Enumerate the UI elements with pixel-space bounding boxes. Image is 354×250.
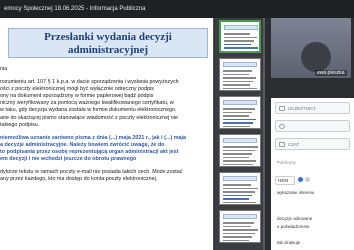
thumbnail-text-line xyxy=(223,118,256,120)
slide-thumbnail[interactable] xyxy=(219,172,261,205)
thumbnail-text-line xyxy=(223,191,255,193)
slide-text-line: niemożliwa uznanie zarówno pisma z dnia … xyxy=(0,134,187,141)
chat-section[interactable]: CZAT xyxy=(275,138,350,150)
thumbnail-text-line xyxy=(223,125,250,127)
participants-section[interactable]: UCZESTNICY xyxy=(275,102,350,114)
slide-text-line: em decyzji i nie wchodzi jeszcze do obro… xyxy=(0,156,137,163)
recipient-select[interactable]: HEM xyxy=(275,176,295,185)
thumbnail-text-line xyxy=(223,80,253,82)
slide-title: Przesłanki wydania decyzji administracyj… xyxy=(8,28,208,58)
thumbnail-text-line xyxy=(223,87,257,89)
chat-label: CZAT xyxy=(288,142,300,147)
thumbnail-text-line xyxy=(224,40,254,42)
status-dot-icon xyxy=(298,177,303,182)
search-icon xyxy=(279,124,285,129)
thumbnail-text-line xyxy=(223,111,252,113)
thumbnail-text-line xyxy=(223,156,249,158)
status-dot-icon xyxy=(305,177,310,182)
slide-thumbnails-strip xyxy=(215,18,265,250)
slide-thumbnail[interactable] xyxy=(219,96,261,129)
participant-name: ewa pleszka xyxy=(315,70,347,76)
thumbnail-title-bar xyxy=(223,138,257,143)
slide-text-line: ości z poczty elektronicznej mógł być wy… xyxy=(0,86,155,93)
participant-silhouette xyxy=(301,42,331,72)
thumbnail-text-line xyxy=(223,84,250,86)
thumbnail-text-line xyxy=(224,50,255,52)
slide-title-line-1: Przesłanki wydania decyzji xyxy=(44,31,172,43)
thumbnail-text-line xyxy=(223,201,256,203)
thumbnail-text-line xyxy=(223,108,255,110)
thumbnail-title-bar xyxy=(223,100,257,105)
slide-text-line: w taku, gdy decyzja wydana została w for… xyxy=(0,107,177,114)
thumbnail-text-line xyxy=(223,149,255,151)
thumbnail-text-line xyxy=(223,232,255,234)
chat-message: e poświadczenie xyxy=(277,224,310,229)
slide-text-line: to podpisania przez osobę reprezentującą… xyxy=(0,148,179,155)
thumbnail-text-line xyxy=(223,222,254,224)
chat-message: tak dziękuje xyxy=(277,240,301,245)
thumbnail-text-line xyxy=(224,33,250,35)
thumbnail-text-line xyxy=(223,187,258,189)
slide-thumbnail[interactable] xyxy=(219,210,261,243)
thumbnail-text-line xyxy=(223,153,252,155)
thumbnail-title-bar xyxy=(223,62,257,67)
participants-label: UCZESTNICY xyxy=(288,106,317,111)
window-title: emocy Społecznej 18.06.2025 - Informacja… xyxy=(4,6,146,12)
slide-thumbnail[interactable] xyxy=(219,134,261,167)
thumbnail-text-line xyxy=(223,198,249,200)
thumbnail-text-line xyxy=(223,163,253,165)
thumbnail-text-line xyxy=(223,225,251,227)
search-field[interactable] xyxy=(275,120,350,132)
slide-text-line: ony na dokument sporządzony w formie pap… xyxy=(0,93,154,100)
chat-message: decyzje odmowne xyxy=(277,216,313,221)
thumbnail-title-bar xyxy=(223,214,257,219)
thumbnail-text-line xyxy=(223,236,252,238)
slide-body-text: nia rozumieniu art. 107 § 1 k.p.a. w daci… xyxy=(0,66,212,183)
thumbnail-text-line xyxy=(224,36,257,38)
thumbnail-text-line xyxy=(223,115,249,117)
slide-text-line: niczny weryfikowany za pomocą ważnego kw… xyxy=(0,100,174,107)
slide-text-line: dytorze tekstu w ramach poczty e-mail ni… xyxy=(0,169,183,176)
people-icon xyxy=(279,106,285,111)
slide-text-line: rozumieniu art. 107 § 1 k.p.a. w dacie s… xyxy=(0,79,179,86)
thumbnail-text-line xyxy=(223,239,249,241)
slide-thumbnail[interactable] xyxy=(219,20,261,53)
slide-title-line-2: administracyjnej xyxy=(67,44,149,56)
slide-text-line: ane do skarżącej pismo stanowiące wiadom… xyxy=(0,114,178,121)
thumbnail-text-line xyxy=(223,146,258,148)
right-side-pane: ewa pleszka UCZESTNICY CZAT Publiczny HE… xyxy=(215,18,354,250)
thumbnail-title-bar xyxy=(223,176,257,181)
thumbnail-text-line xyxy=(224,47,258,49)
slide-thumbnail[interactable] xyxy=(219,58,261,91)
thumbnail-text-line xyxy=(223,70,252,72)
thumbnail-text-line xyxy=(223,184,251,186)
slide-text-line: any przez każdego, kto ma dostęp do kont… xyxy=(0,176,158,183)
thumbnail-text-line xyxy=(223,122,253,124)
slide-text-line: nia xyxy=(0,66,8,72)
chat-icon xyxy=(279,142,285,147)
window-title-bar: emocy Społecznej 18.06.2025 - Informacja… xyxy=(0,0,354,18)
thumbnail-text-line xyxy=(223,229,258,231)
thumbnail-text-line xyxy=(223,73,249,75)
thumbnail-text-line xyxy=(223,77,256,79)
slide-text-line: a decyzje administracyjne. Należy bowiem… xyxy=(0,141,165,148)
participant-video-tile[interactable]: ewa pleszka xyxy=(271,18,351,78)
presentation-slide: Przesłanki wydania decyzji administracyj… xyxy=(0,18,214,250)
thumbnail-text-line xyxy=(223,194,252,196)
thumbnail-text-line xyxy=(223,160,256,162)
side-panel: UCZESTNICY CZAT Publiczny HEM wykazanie … xyxy=(271,98,354,250)
filter-label: Publiczny xyxy=(277,160,296,165)
slide-text-line: takiego podpisu. xyxy=(0,121,40,128)
chat-message: wykazanie interesu xyxy=(277,190,315,195)
recipient-select-value: HEM xyxy=(278,178,289,183)
thumbnail-title-bar xyxy=(224,25,258,30)
thumbnail-scrollbar[interactable] xyxy=(263,18,265,250)
thumbnail-text-line xyxy=(224,43,251,45)
